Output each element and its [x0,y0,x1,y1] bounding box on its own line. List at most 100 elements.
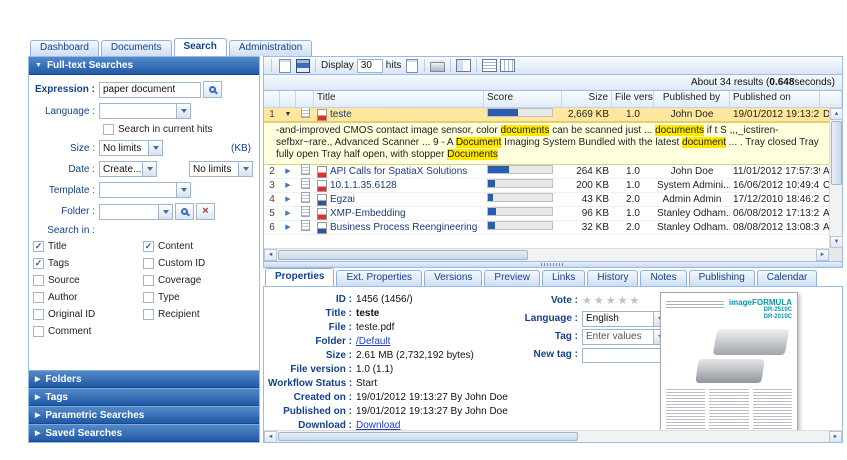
checkbox-source[interactable] [33,275,44,286]
grid-view-icon[interactable] [482,58,497,73]
checkbox-original-id[interactable] [33,309,44,320]
scrollbar-thumb[interactable] [831,121,842,185]
column-header-file-version[interactable]: File versi... [612,91,654,107]
result-row[interactable]: 1 ▼ teste 2,669 KB 1.0 John Doe 19/01/2012 19:… [264,108,829,122]
result-title-cell[interactable]: teste [314,108,484,121]
scroll-down-icon[interactable]: ▼ [830,236,843,248]
result-row[interactable]: 6 ▶ Business Process Reengineering 32 KB 2.0… [264,220,829,235]
tab-administration[interactable]: Administration [228,40,313,56]
folder-search-button[interactable] [175,203,194,220]
star-icon[interactable]: ★ [582,295,594,307]
vertical-scrollbar[interactable]: ▲ ▼ [829,108,843,248]
expand-row-icon[interactable]: ▶ [280,221,296,234]
details-horizontal-scrollbar[interactable]: ◄ ► [264,430,842,442]
search-current-hits-checkbox[interactable] [103,124,114,135]
tab-dashboard[interactable]: Dashboard [30,40,99,56]
scrollbar-thumb[interactable] [278,432,578,441]
column-header-expand[interactable] [280,91,296,107]
detail-tab-history[interactable]: History [587,270,639,286]
detail-tab-notes[interactable]: Notes [640,270,687,286]
detail-tab-publishing[interactable]: Publishing [688,270,755,286]
result-title-cell[interactable]: Egzai [314,193,484,206]
tag-dropdown[interactable]: Enter values [582,329,668,345]
panel-folders[interactable]: ▶ Folders [29,370,259,388]
scroll-up-icon[interactable]: ▲ [830,108,843,120]
print-icon[interactable] [430,58,445,73]
checkbox-title[interactable] [33,241,44,252]
checkbox-recipient[interactable] [143,309,154,320]
collapse-row-icon[interactable]: ▼ [280,108,296,121]
scrollbar-thumb[interactable] [278,250,528,260]
star-icon[interactable]: ★ [606,295,618,307]
column-header-title[interactable]: Title [314,91,484,107]
list-view-icon[interactable] [500,58,515,73]
column-header-score[interactable]: Score [484,91,562,107]
checkbox-coverage[interactable] [143,275,154,286]
result-title-cell[interactable]: XMP-Embedding [314,207,484,220]
date-type-select[interactable]: Create... [99,161,157,177]
result-row[interactable]: 3 ▶ 10.1.1.35.6128 200 KB 1.0 System Admini..… [264,178,829,193]
expand-row-icon[interactable]: ▶ [280,207,296,220]
vote-stars[interactable]: ★★★★★ [582,295,641,307]
save-icon[interactable] [295,58,310,73]
tab-documents[interactable]: Documents [100,40,172,56]
column-header-size[interactable]: Size [562,91,612,107]
star-icon[interactable]: ★ [618,295,630,307]
scroll-left-icon[interactable]: ◄ [264,249,277,261]
scroll-right-icon[interactable]: ► [816,249,829,261]
search-button[interactable] [203,81,222,98]
expand-row-icon[interactable]: ▶ [280,193,296,206]
star-icon[interactable]: ★ [594,295,606,307]
panel-fulltext-searches[interactable]: ▼ Full-text Searches [29,57,259,75]
result-title-cell[interactable]: 10.1.1.35.6128 [314,179,484,192]
detail-tab-links[interactable]: Links [542,270,586,286]
panel-parametric-searches[interactable]: ▶ Parametric Searches [29,406,259,424]
language-select[interactable] [99,103,191,119]
checkbox-type[interactable] [143,292,154,303]
page-icon[interactable] [404,58,419,73]
result-title-cell[interactable]: Business Process Reengineering [314,221,484,234]
star-icon[interactable]: ★ [630,295,642,307]
expand-row-icon[interactable]: ▶ [280,165,296,178]
scrollbar-track[interactable] [830,186,842,236]
checkbox-author[interactable] [33,292,44,303]
panel-tags[interactable]: ▶ Tags [29,388,259,406]
scroll-left-icon[interactable]: ◄ [264,430,277,442]
document-icon[interactable] [277,58,292,73]
columns-icon[interactable] [456,58,471,73]
property-value-folder[interactable]: /Default [356,336,390,348]
column-header-published-by[interactable]: Published by [654,91,730,107]
column-header-indexed[interactable] [296,91,314,107]
property-label-title: Title : [325,307,352,319]
folder-select[interactable] [99,203,173,220]
checkbox-tags[interactable] [33,258,44,269]
template-select[interactable] [99,182,191,198]
result-title-cell[interactable]: API Calls for SpatiaX Solutions [314,165,484,178]
display-count-input[interactable] [356,58,383,73]
detail-tab-versions[interactable]: Versions [424,270,483,286]
checkbox-comment[interactable] [33,326,44,337]
scroll-right-icon[interactable]: ► [829,430,842,442]
result-row[interactable]: 5 ▶ XMP-Embedding 96 KB 1.0 Stanley Odham... 0… [264,206,829,221]
detail-tab-ext-properties[interactable]: Ext. Properties [336,270,423,286]
language-dropdown[interactable]: English [582,311,668,327]
date-limit-select[interactable]: No limits [189,161,253,177]
size-select[interactable]: No limits [99,140,163,156]
checkbox-custom-id[interactable] [143,258,154,269]
tab-search[interactable]: Search [173,38,227,56]
result-row[interactable]: 4 ▶ Egzai 43 KB 2.0 Admin Admin 17/12/2010 18:… [264,192,829,207]
column-header-extra[interactable] [820,91,842,107]
panel-saved-searches[interactable]: ▶ Saved Searches [29,424,259,442]
detail-tab-calendar[interactable]: Calendar [756,270,818,286]
result-row[interactable]: 2 ▶ API Calls for SpatiaX Solutions 264 KB 1… [264,164,829,179]
detail-tab-preview[interactable]: Preview [484,270,540,286]
column-header-published-on[interactable]: Published on [730,91,820,107]
new-tag-input[interactable] [582,347,668,363]
expand-row-icon[interactable]: ▶ [280,179,296,192]
detail-tab-properties[interactable]: Properties [265,268,335,286]
checkbox-content[interactable] [143,241,154,252]
folder-clear-button[interactable]: × [196,203,215,220]
column-header-number[interactable] [264,91,280,107]
horizontal-scrollbar[interactable]: ◄ ► [264,248,829,261]
expression-input[interactable] [99,81,201,98]
